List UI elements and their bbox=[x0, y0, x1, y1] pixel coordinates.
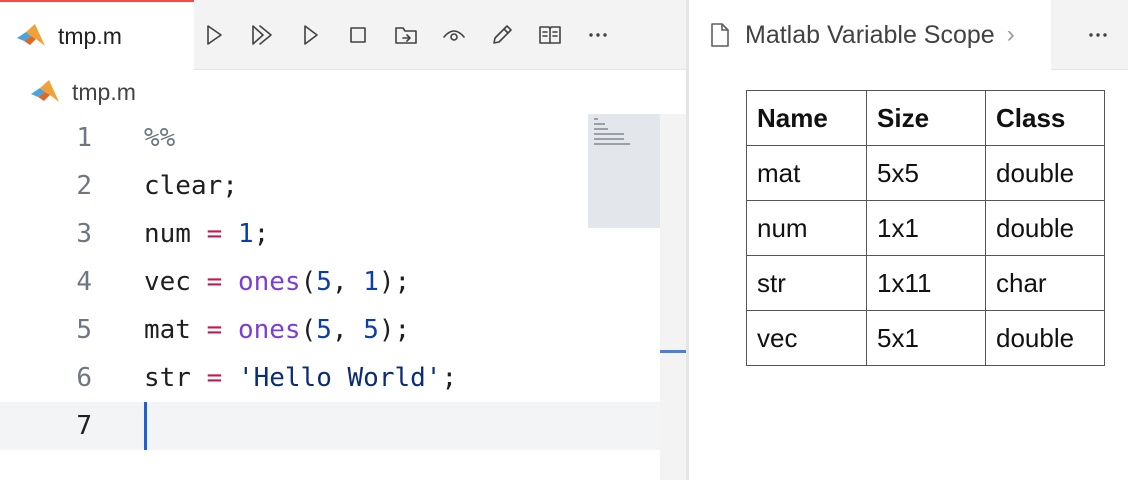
cell-name: vec bbox=[746, 310, 867, 366]
code-text: vec = ones(5, 1); bbox=[144, 267, 411, 297]
panel-more-button[interactable] bbox=[1080, 17, 1116, 53]
code-line[interactable]: 4 vec = ones(5, 1); bbox=[0, 258, 660, 306]
code-line[interactable]: 1 %% bbox=[0, 114, 660, 162]
edit-button[interactable] bbox=[484, 17, 520, 53]
breadcrumb-file: tmp.m bbox=[72, 78, 136, 105]
run-all-icon bbox=[252, 25, 272, 45]
chevron-right-icon[interactable]: › bbox=[1007, 21, 1015, 49]
editor-tab-bar: tmp.m bbox=[0, 0, 686, 70]
code-editor[interactable]: 1 %% 2 clear; 3 num = 1; 4 vec = ones(5,… bbox=[0, 114, 660, 480]
run-section-icon bbox=[304, 25, 318, 45]
table-header-row: Name Size Class bbox=[746, 90, 1105, 146]
matlab-logo-icon bbox=[31, 80, 59, 102]
minimap-line bbox=[594, 133, 624, 135]
line-number: 1 bbox=[76, 123, 92, 153]
scrollbar-position-marker bbox=[660, 350, 686, 353]
stop-button[interactable] bbox=[340, 17, 376, 53]
variable-scope-panel: Matlab Variable Scope › Name Size Class … bbox=[689, 0, 1128, 480]
editor-scrollbar-track[interactable] bbox=[660, 114, 686, 480]
code-text: clear; bbox=[144, 171, 238, 201]
line-number: 5 bbox=[76, 315, 92, 345]
minimap-line bbox=[594, 143, 630, 145]
panel-tab-bar: Matlab Variable Scope › bbox=[689, 0, 1128, 70]
matlab-logo-icon bbox=[17, 24, 45, 46]
cell-name: mat bbox=[746, 145, 867, 201]
cell-name: num bbox=[746, 200, 867, 256]
text-cursor bbox=[144, 402, 147, 450]
table-row: vec 5x1 double bbox=[746, 310, 1105, 366]
run-icon bbox=[207, 25, 222, 45]
more-icon bbox=[1089, 33, 1107, 37]
open-folder-button[interactable] bbox=[388, 17, 424, 53]
line-number: 2 bbox=[76, 171, 92, 201]
minimap[interactable] bbox=[588, 114, 660, 228]
run-all-button[interactable] bbox=[244, 17, 280, 53]
line-number: 7 bbox=[76, 411, 92, 441]
line-number: 6 bbox=[76, 363, 92, 393]
pencil-icon bbox=[493, 25, 512, 44]
column-header-name: Name bbox=[746, 90, 867, 146]
cell-name: str bbox=[746, 255, 867, 311]
book-icon bbox=[539, 26, 561, 44]
minimap-line bbox=[594, 128, 608, 130]
code-line[interactable]: 3 num = 1; bbox=[0, 210, 660, 258]
cell-size: 5x5 bbox=[866, 145, 986, 201]
editor-group: tmp.m tmp.m 1 %% 2 clear; 3 num = 1; 4 v… bbox=[0, 0, 686, 480]
cell-class: double bbox=[985, 200, 1105, 256]
more-button[interactable] bbox=[580, 17, 616, 53]
minimap-line bbox=[594, 123, 605, 125]
panel-tab-label: Matlab Variable Scope bbox=[745, 20, 995, 49]
code-text: num = 1; bbox=[144, 219, 270, 249]
view-button[interactable] bbox=[436, 17, 472, 53]
file-icon bbox=[711, 23, 729, 47]
table-row: num 1x1 double bbox=[746, 200, 1105, 256]
cell-size: 5x1 bbox=[866, 310, 986, 366]
editor-tab-tmp-m[interactable]: tmp.m bbox=[0, 0, 194, 70]
code-line[interactable]: 5 mat = ones(5, 5); bbox=[0, 306, 660, 354]
run-button[interactable] bbox=[196, 17, 232, 53]
line-number: 3 bbox=[76, 219, 92, 249]
eye-icon bbox=[443, 30, 465, 41]
variable-table: Name Size Class mat 5x5 double num 1x1 d… bbox=[746, 90, 1105, 366]
code-text: str = 'Hello World'; bbox=[144, 363, 458, 393]
code-line-current[interactable]: 7 bbox=[0, 402, 660, 450]
tab-matlab-variable-scope[interactable]: Matlab Variable Scope › bbox=[689, 0, 1051, 70]
stop-icon bbox=[350, 27, 366, 43]
cell-class: char bbox=[985, 255, 1105, 311]
column-header-class: Class bbox=[985, 90, 1105, 146]
code-line[interactable]: 2 clear; bbox=[0, 162, 660, 210]
minimap-line bbox=[594, 118, 598, 120]
code-text: mat = ones(5, 5); bbox=[144, 315, 411, 345]
cell-class: double bbox=[985, 145, 1105, 201]
more-icon bbox=[589, 33, 607, 37]
table-row: mat 5x5 double bbox=[746, 145, 1105, 201]
minimap-line bbox=[594, 138, 624, 140]
editor-tab-label: tmp.m bbox=[58, 22, 122, 49]
column-header-size: Size bbox=[866, 90, 986, 146]
cell-size: 1x11 bbox=[866, 255, 986, 311]
breadcrumb[interactable]: tmp.m bbox=[0, 72, 686, 112]
cell-class: double bbox=[985, 310, 1105, 366]
cell-size: 1x1 bbox=[866, 200, 986, 256]
table-row: str 1x11 char bbox=[746, 255, 1105, 311]
code-line[interactable]: 6 str = 'Hello World'; bbox=[0, 354, 660, 402]
documentation-button[interactable] bbox=[532, 17, 568, 53]
line-number: 4 bbox=[76, 267, 92, 297]
editor-toolbar bbox=[196, 0, 628, 70]
run-section-button[interactable] bbox=[292, 17, 328, 53]
code-text: %% bbox=[144, 123, 176, 153]
open-folder-icon bbox=[395, 27, 417, 44]
